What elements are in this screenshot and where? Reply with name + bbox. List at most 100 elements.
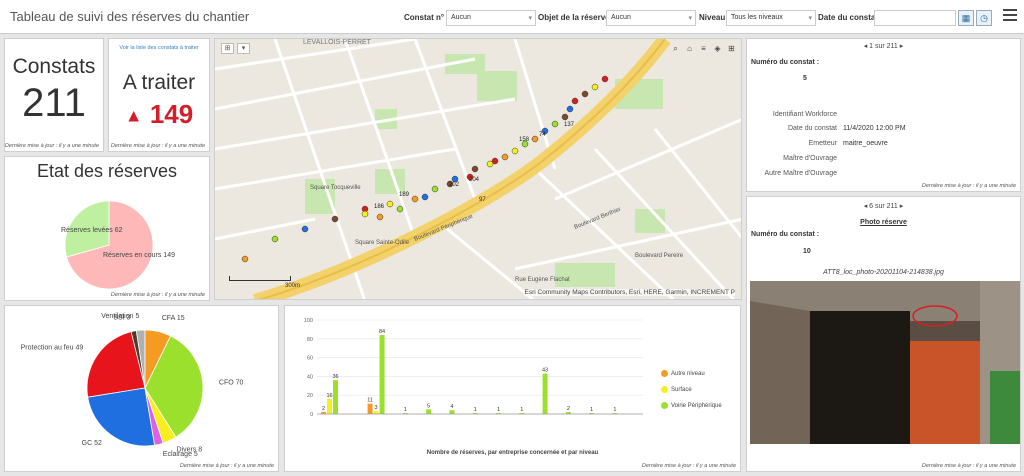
map-street-label: Square Tocqueville xyxy=(310,185,361,191)
chevron-down-icon: ▾ xyxy=(528,15,532,22)
map-marker[interactable] xyxy=(561,113,569,121)
map-view[interactable]: 74 137 186 189 202 204 97 158 LEVALLOIS-PERRET … xyxy=(214,38,742,300)
layers-icon[interactable]: ◈ xyxy=(712,43,723,54)
map-marker-label: 186 xyxy=(374,204,385,210)
bar-value-label: 3 xyxy=(375,405,378,411)
map-marker[interactable] xyxy=(471,165,479,173)
next-arrow-icon[interactable]: ▸ xyxy=(900,43,904,50)
bar-value-label: 2 xyxy=(322,406,325,412)
detail-nav-2: ◂ 6 sur 211 ▸ xyxy=(747,202,1020,210)
warning-icon: ▲ xyxy=(124,105,143,126)
prev-arrow-icon[interactable]: ◂ xyxy=(864,43,868,50)
map-marker[interactable] xyxy=(386,200,394,208)
search-icon[interactable]: ⌕ xyxy=(670,43,681,54)
field-label: Maître d'Ouvrage xyxy=(783,155,837,162)
bar[interactable] xyxy=(373,411,379,414)
etat-panel: Etat des réserves Réserves levées 62 Rés… xyxy=(4,156,210,301)
map-marker[interactable] xyxy=(591,83,599,91)
bar-chart-title: Nombre de réserves, par entreprise conce… xyxy=(426,450,599,456)
map-marker[interactable] xyxy=(421,193,429,201)
objet-select[interactable]: Aucun ▾ xyxy=(606,10,696,26)
home-icon[interactable]: ⌂ xyxy=(684,43,695,54)
filter-label-objet: Objet de la réserve xyxy=(538,13,610,22)
map-marker[interactable] xyxy=(581,90,589,98)
bar-value-label: 11 xyxy=(367,398,373,404)
map-marker[interactable] xyxy=(361,210,369,218)
last-update: Dernière mise à jour : il y a une minute xyxy=(110,143,205,149)
bar[interactable] xyxy=(327,398,332,414)
constat-select[interactable]: Aucun ▾ xyxy=(446,10,536,26)
field-label: Identifiant Workforce xyxy=(772,111,837,118)
date-input[interactable] xyxy=(874,10,956,26)
map-marker-label: 202 xyxy=(449,182,460,188)
map-marker[interactable] xyxy=(501,153,509,161)
reserve-photo[interactable] xyxy=(750,281,1020,444)
hamburger-menu-icon[interactable] xyxy=(1003,9,1017,21)
header-bar: Tableau de suivi des réserves du chantie… xyxy=(0,0,1024,34)
map-marker-label: 204 xyxy=(469,177,480,183)
calendar-icon[interactable]: ▦ xyxy=(958,10,974,26)
clock-icon[interactable]: ◷ xyxy=(976,10,992,26)
bar-chart-panel: 0 20 40 60 80 100 2 16 36 11 3 84 1 5 4 1 1 1 43 2 1 1 Nombre… xyxy=(284,305,741,472)
bar[interactable] xyxy=(379,335,385,414)
map-attribution: Esri Community Maps Contributors, Esri, … xyxy=(524,289,735,296)
detail-nav-text: 6 sur 211 xyxy=(869,203,898,210)
map-marker[interactable] xyxy=(571,97,579,105)
map-street-label: Rue Eugène Flachat xyxy=(515,277,570,283)
pie-slice-label: Eclairage 5 xyxy=(163,451,198,458)
map-left-tools: ⊞ ▾ xyxy=(221,43,250,54)
map-marker[interactable] xyxy=(376,213,384,221)
category-pie-chart: CFA 15CFO 70Divers 8Eclairage 5GC 52Prot… xyxy=(21,313,244,458)
field-value: maitre_oeuvre xyxy=(843,140,888,147)
map-marker[interactable] xyxy=(511,147,519,155)
last-update: Dernière mise à jour : il y a une minute xyxy=(4,143,99,149)
layers-toggle-icon[interactable]: ⊞ xyxy=(221,43,234,54)
map-scalebar xyxy=(229,276,291,281)
grid-icon[interactable]: ⊞ xyxy=(726,43,737,54)
bar-value-label: 1 xyxy=(590,407,593,413)
map-marker[interactable] xyxy=(271,235,279,243)
prev-arrow-icon[interactable]: ◂ xyxy=(864,203,868,210)
bar-value-label: 43 xyxy=(542,368,548,374)
pie-slice[interactable] xyxy=(87,387,156,447)
map-marker[interactable] xyxy=(566,105,574,113)
niveau-select[interactable]: Tous les niveaux ▾ xyxy=(726,10,816,26)
map-marker-label: 158 xyxy=(519,137,530,143)
bar-value-label: 1 xyxy=(613,407,616,413)
map-marker-label: 74 xyxy=(539,132,546,138)
list-icon[interactable]: ≡ xyxy=(698,43,709,54)
category-pie-panel: CFA 15 CFO 70 Divers 8 Eclairage 5 GC 52 Prot… xyxy=(4,305,279,472)
bar-value-label: 1 xyxy=(520,407,523,413)
dashboard-title: Tableau de suivi des réserves du chantie… xyxy=(10,9,250,24)
kpi-traiter-label: A traiter xyxy=(122,71,196,94)
pie-slice-label: CFA 15 xyxy=(162,315,185,322)
numero-value: 10 xyxy=(803,248,811,255)
map-marker[interactable] xyxy=(241,255,249,263)
map-marker[interactable] xyxy=(411,195,419,203)
map-marker[interactable] xyxy=(301,225,309,233)
bar-value-label: 84 xyxy=(379,329,385,335)
bar[interactable] xyxy=(449,410,455,414)
map-marker[interactable] xyxy=(396,205,404,213)
map-marker[interactable] xyxy=(331,215,339,223)
map-toolbar: ⌕ ⌂ ≡ ◈ ⊞ xyxy=(670,43,737,54)
map-marker[interactable] xyxy=(551,120,559,128)
y-tick-label: 20 xyxy=(307,393,313,399)
map-marker[interactable] xyxy=(601,75,609,83)
bar[interactable] xyxy=(333,380,338,414)
view-list-link[interactable]: Voir la liste des constats à traiter xyxy=(109,45,209,51)
map-marker[interactable] xyxy=(531,135,539,143)
chevron-down-icon[interactable]: ▾ xyxy=(237,43,250,54)
next-arrow-icon[interactable]: ▸ xyxy=(900,203,904,210)
bar[interactable] xyxy=(542,373,548,414)
bar[interactable] xyxy=(426,409,432,414)
filter-label-niveau: Niveau xyxy=(699,13,726,22)
park-area xyxy=(555,263,615,287)
map-marker[interactable] xyxy=(431,185,439,193)
last-update: Dernière mise à jour : il y a une minute xyxy=(641,463,736,469)
bar[interactable] xyxy=(367,403,373,414)
last-update: Dernière mise à jour : il y a une minute xyxy=(110,292,205,298)
map-marker[interactable] xyxy=(486,160,494,168)
y-tick-label: 100 xyxy=(304,318,313,324)
map-canvas[interactable]: 7413718618920220497158 LEVALLOIS-PERRET … xyxy=(215,39,742,300)
